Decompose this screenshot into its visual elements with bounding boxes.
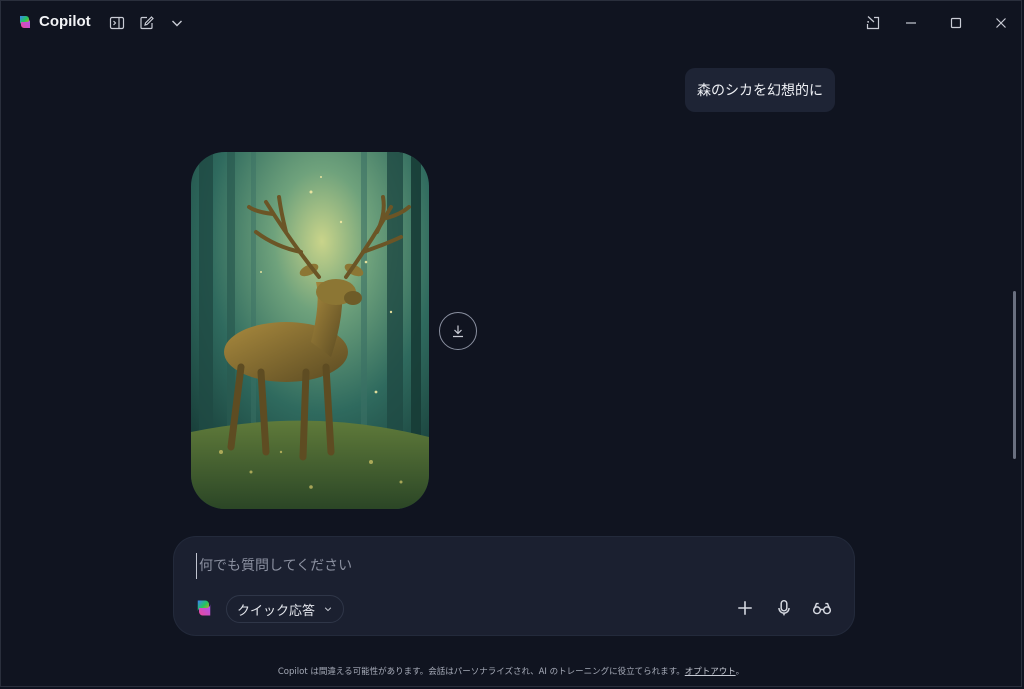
- new-chat-button[interactable]: [137, 13, 157, 33]
- menu-dropdown-button[interactable]: [167, 13, 187, 33]
- user-message-text: 森のシカを幻想的に: [697, 83, 823, 99]
- copilot-logo-icon: [194, 598, 214, 618]
- response-mode-label: クイック応答: [237, 603, 316, 619]
- maximize-icon: [950, 17, 962, 29]
- disclaimer-tail: 。: [735, 667, 745, 677]
- download-icon: [453, 325, 463, 338]
- add-attachment-button[interactable]: [734, 597, 756, 619]
- sidebar-toggle-icon: [109, 16, 125, 30]
- download-image-button[interactable]: [439, 312, 477, 350]
- deer-illustration: [191, 152, 429, 509]
- opt-out-link[interactable]: オプトアウト: [685, 667, 736, 677]
- app-branding: Copilot: [17, 13, 91, 30]
- generated-image[interactable]: [191, 152, 429, 509]
- glasses-icon: [812, 602, 832, 615]
- chevron-down-icon: [172, 20, 182, 27]
- sidebar-toggle-button[interactable]: [107, 13, 127, 33]
- minimize-button[interactable]: [901, 13, 921, 33]
- chevron-down-icon: [324, 607, 332, 612]
- plus-icon: [738, 601, 752, 615]
- microphone-icon: [778, 599, 790, 616]
- close-button[interactable]: [991, 13, 1011, 33]
- pop-out-button[interactable]: [863, 13, 883, 33]
- vision-button[interactable]: [811, 597, 833, 619]
- voice-input-button[interactable]: [773, 597, 795, 619]
- chat-scrollbar[interactable]: [1013, 291, 1016, 459]
- app-title: Copilot: [39, 13, 91, 30]
- disclaimer-footer: Copilot は間違える可能性があります。会話はパーソナライズされ、AI のト…: [1, 665, 1021, 677]
- title-bar: Copilot: [1, 1, 1021, 45]
- close-icon: [996, 18, 1006, 28]
- message-input[interactable]: [196, 553, 801, 579]
- response-mode-selector[interactable]: クイック応答: [226, 595, 345, 623]
- user-message-bubble: 森のシカを幻想的に: [685, 68, 835, 112]
- app-window: Copilot 森のシカを幻想的に 何でも質問してください クイック応答 Cop…: [0, 0, 1022, 687]
- compose-icon: [140, 16, 154, 30]
- disclaimer-text: Copilot は間違える可能性があります。会話はパーソナライズされ、AI のト…: [277, 667, 685, 677]
- message-composer: クイック応答: [174, 537, 854, 635]
- maximize-button[interactable]: [946, 13, 966, 33]
- pop-out-icon: [866, 16, 880, 30]
- minimize-icon: [906, 22, 916, 24]
- copilot-logo-icon: [17, 14, 33, 30]
